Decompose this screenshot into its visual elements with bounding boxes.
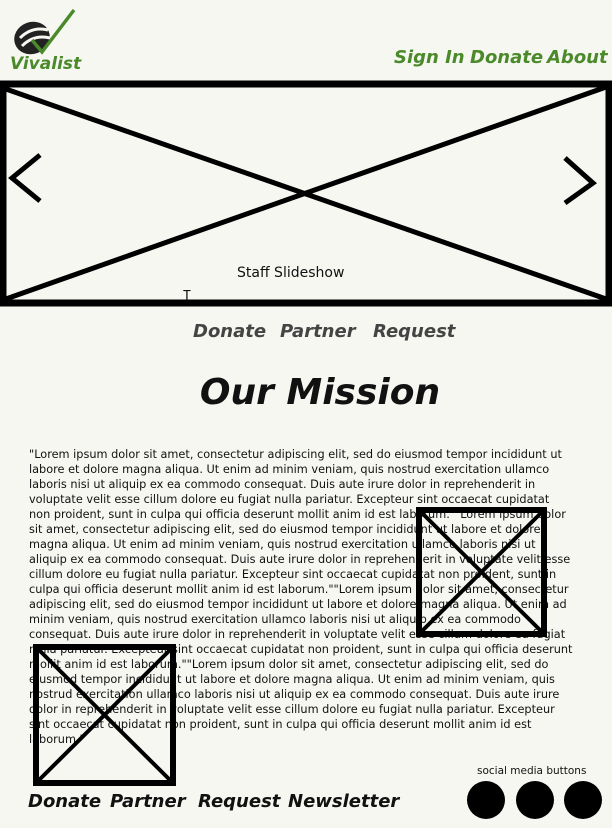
- text-cursor: T: [183, 289, 191, 304]
- footer-newsletter[interactable]: Newsletter: [288, 791, 399, 812]
- image-placeholder: [33, 644, 176, 786]
- brand-name: Vivalist: [10, 54, 82, 74]
- footer-partner[interactable]: Partner: [110, 791, 186, 812]
- mission-title: Our Mission: [199, 372, 441, 413]
- chevron-left-icon[interactable]: [6, 152, 46, 208]
- footer-request[interactable]: Request: [198, 791, 280, 812]
- chevron-right-icon[interactable]: [561, 155, 601, 211]
- logo-icon: [14, 8, 76, 55]
- subnav-donate[interactable]: Donate: [193, 321, 266, 342]
- social-button-1[interactable]: [467, 781, 505, 819]
- nav-sign-in[interactable]: Sign In: [394, 47, 465, 68]
- nav-donate[interactable]: Donate: [470, 47, 543, 68]
- subnav-partner[interactable]: Partner: [280, 321, 356, 342]
- social-button-3[interactable]: [564, 781, 602, 819]
- nav-about[interactable]: About: [547, 47, 608, 68]
- social-label: social media buttons: [477, 765, 587, 777]
- subnav-request[interactable]: Request: [373, 321, 455, 342]
- social-button-2[interactable]: [516, 781, 554, 819]
- logo[interactable]: Vivalist: [8, 8, 84, 74]
- slideshow-label: Staff Slideshow: [237, 265, 345, 281]
- image-placeholder: [416, 507, 547, 637]
- footer-donate[interactable]: Donate: [28, 791, 101, 812]
